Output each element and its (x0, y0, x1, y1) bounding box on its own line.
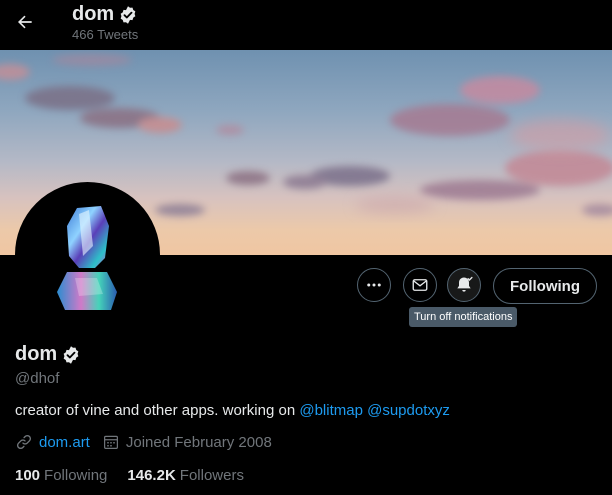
header-name: dom (72, 3, 115, 25)
profile-meta: dom.art Joined February 2008 (15, 433, 272, 451)
verified-badge-icon (63, 345, 79, 364)
verified-badge-icon (120, 5, 136, 24)
bell-check-icon (457, 276, 473, 292)
tweet-count: 466 Tweets (72, 27, 139, 42)
back-button[interactable] (10, 7, 40, 37)
avatar-art (57, 206, 117, 310)
profile-handle: @dhof (15, 370, 60, 387)
followers-stat[interactable]: 146.2K Followers (127, 467, 244, 484)
header-title: dom (72, 3, 138, 26)
envelope-icon (412, 279, 428, 291)
bio-mention-supdotxyz[interactable]: @supdotxyz (367, 402, 450, 419)
profile-bio: creator of vine and other apps. working … (15, 402, 450, 419)
notifications-button[interactable] (447, 268, 481, 302)
top-bar: dom 466 Tweets (0, 0, 612, 50)
arrow-left-icon (18, 15, 32, 29)
following-count: 100 (15, 467, 41, 484)
profile-website-link[interactable]: dom.art (39, 434, 90, 451)
more-dots-icon (367, 283, 381, 287)
following-label: Following (44, 467, 108, 484)
following-stat[interactable]: 100 Following (15, 467, 107, 484)
bio-mention-blitmap[interactable]: @blitmap (299, 402, 363, 419)
following-button[interactable]: Following (493, 268, 597, 304)
calendar-icon (102, 433, 120, 451)
profile-avatar[interactable] (15, 182, 160, 327)
profile-name: dom (15, 343, 58, 365)
follow-stats: 100 Following 146.2K Followers (15, 467, 244, 484)
message-button[interactable] (403, 268, 437, 302)
joined-text: Joined February 2008 (125, 433, 272, 451)
bio-text: creator of vine and other apps. working … (15, 402, 300, 419)
followers-label: Followers (179, 467, 244, 484)
notifications-tooltip: Turn off notifications (409, 307, 518, 327)
joined-date: Joined February 2008 (102, 433, 272, 451)
more-options-button[interactable] (357, 268, 391, 302)
link-icon (15, 433, 33, 451)
followers-count: 146.2K (127, 467, 176, 484)
profile-name-row: dom (15, 343, 81, 366)
